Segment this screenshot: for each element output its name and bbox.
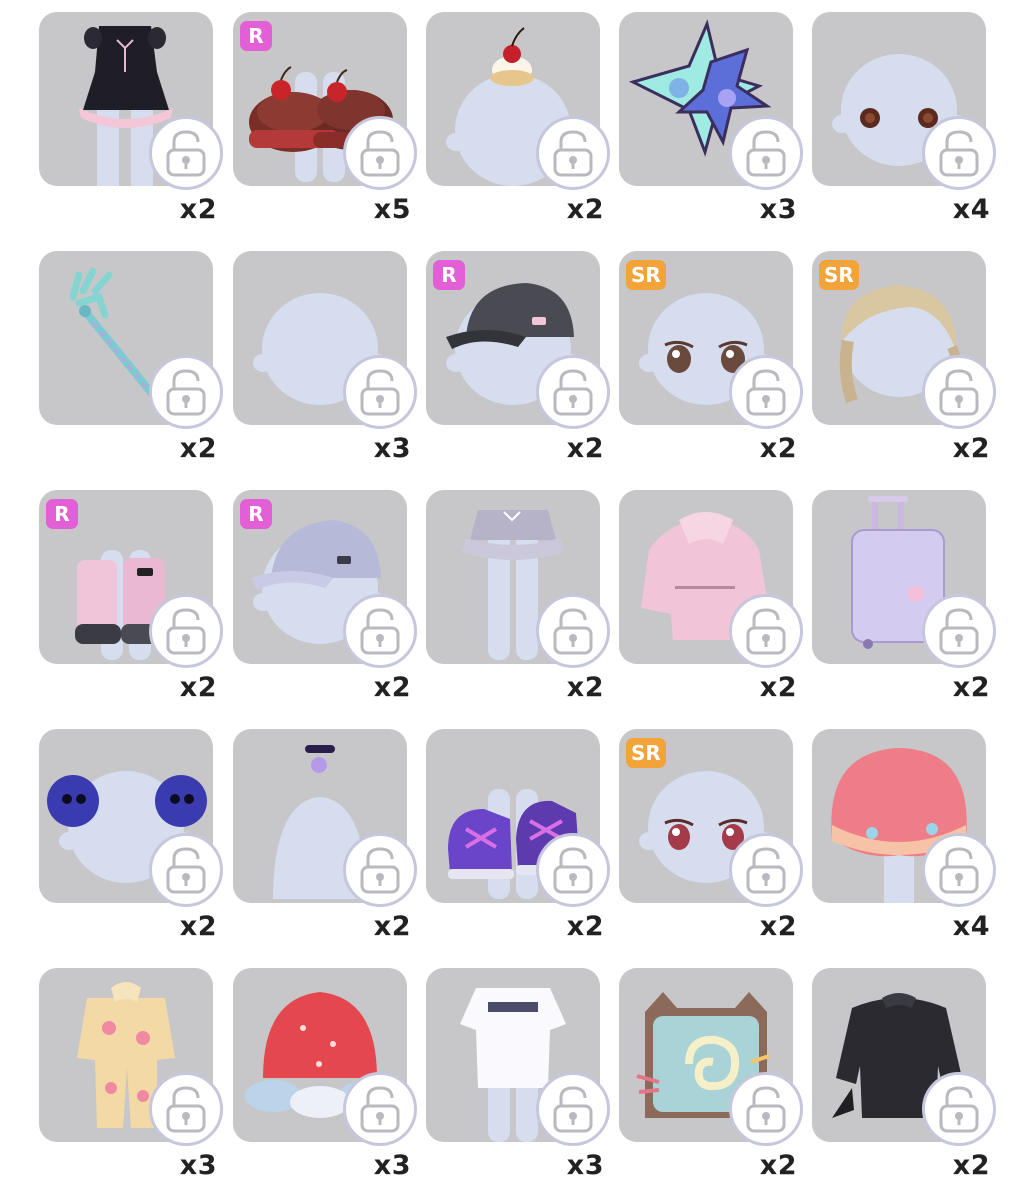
item-grid: x2 R x5 x2 x3 x4 x2 x3 R x2 SR x2 SR x2 … <box>0 0 1024 1199</box>
unlock-icon[interactable] <box>149 355 223 429</box>
unlock-icon[interactable] <box>536 833 610 907</box>
item-tile[interactable]: x2 <box>619 490 803 722</box>
unlock-icon[interactable] <box>922 116 996 190</box>
item-tile[interactable]: x4 <box>812 729 996 961</box>
unlock-icon[interactable] <box>149 833 223 907</box>
item-count: x2 <box>759 672 797 703</box>
unlock-icon[interactable] <box>729 1072 803 1146</box>
unlock-icon[interactable] <box>343 1072 417 1146</box>
item-count: x2 <box>952 1150 990 1181</box>
item-count: x2 <box>179 672 217 703</box>
item-tile[interactable]: x3 <box>619 12 803 244</box>
item-tile[interactable]: x2 <box>619 968 803 1200</box>
item-count: x3 <box>373 433 411 464</box>
item-tile[interactable]: x2 <box>426 729 610 961</box>
item-count: x3 <box>759 194 797 225</box>
unlock-icon[interactable] <box>343 116 417 190</box>
item-tile[interactable]: x2 <box>39 729 223 961</box>
item-count: x2 <box>179 911 217 942</box>
item-tile[interactable]: x3 <box>39 968 223 1200</box>
item-tile[interactable]: x2 <box>233 729 417 961</box>
item-count: x2 <box>373 672 411 703</box>
item-count: x2 <box>179 433 217 464</box>
item-count: x3 <box>566 1150 604 1181</box>
unlock-icon[interactable] <box>729 833 803 907</box>
unlock-icon[interactable] <box>729 116 803 190</box>
item-count: x2 <box>759 1150 797 1181</box>
rarity-badge: SR <box>819 260 859 290</box>
item-count: x2 <box>566 672 604 703</box>
item-tile[interactable]: x4 <box>812 12 996 244</box>
rarity-badge: R <box>46 499 78 529</box>
item-tile[interactable]: x2 <box>812 968 996 1200</box>
item-tile[interactable]: x2 <box>426 490 610 722</box>
item-count: x4 <box>952 911 990 942</box>
unlock-icon[interactable] <box>536 1072 610 1146</box>
item-tile[interactable]: x3 <box>233 968 417 1200</box>
item-count: x3 <box>179 1150 217 1181</box>
unlock-icon[interactable] <box>149 594 223 668</box>
item-tile[interactable]: SR x2 <box>812 251 996 483</box>
item-count: x2 <box>179 194 217 225</box>
item-tile[interactable]: SR x2 <box>619 729 803 961</box>
rarity-badge: R <box>240 499 272 529</box>
item-tile[interactable]: x3 <box>426 968 610 1200</box>
item-count: x2 <box>759 911 797 942</box>
rarity-badge: SR <box>626 738 666 768</box>
item-tile[interactable]: SR x2 <box>619 251 803 483</box>
item-count: x2 <box>566 911 604 942</box>
item-tile[interactable]: R x5 <box>233 12 417 244</box>
item-count: x2 <box>566 194 604 225</box>
item-count: x2 <box>566 433 604 464</box>
unlock-icon[interactable] <box>729 594 803 668</box>
unlock-icon[interactable] <box>922 1072 996 1146</box>
item-count: x5 <box>373 194 411 225</box>
unlock-icon[interactable] <box>149 116 223 190</box>
unlock-icon[interactable] <box>343 594 417 668</box>
rarity-badge: SR <box>626 260 666 290</box>
unlock-icon[interactable] <box>729 355 803 429</box>
unlock-icon[interactable] <box>536 594 610 668</box>
item-tile[interactable]: x3 <box>233 251 417 483</box>
item-tile[interactable]: R x2 <box>426 251 610 483</box>
unlock-icon[interactable] <box>343 355 417 429</box>
item-count: x2 <box>952 433 990 464</box>
item-tile[interactable]: x2 <box>812 490 996 722</box>
unlock-icon[interactable] <box>149 1072 223 1146</box>
item-tile[interactable]: R x2 <box>39 490 223 722</box>
unlock-icon[interactable] <box>922 833 996 907</box>
unlock-icon[interactable] <box>536 116 610 190</box>
unlock-icon[interactable] <box>922 355 996 429</box>
item-tile[interactable]: R x2 <box>233 490 417 722</box>
item-tile[interactable]: x2 <box>426 12 610 244</box>
item-tile[interactable]: x2 <box>39 12 223 244</box>
item-count: x3 <box>373 1150 411 1181</box>
item-tile[interactable]: x2 <box>39 251 223 483</box>
unlock-icon[interactable] <box>922 594 996 668</box>
unlock-icon[interactable] <box>536 355 610 429</box>
unlock-icon[interactable] <box>343 833 417 907</box>
rarity-badge: R <box>240 21 272 51</box>
item-count: x2 <box>759 433 797 464</box>
rarity-badge: R <box>433 260 465 290</box>
item-count: x2 <box>373 911 411 942</box>
item-count: x4 <box>952 194 990 225</box>
item-count: x2 <box>952 672 990 703</box>
